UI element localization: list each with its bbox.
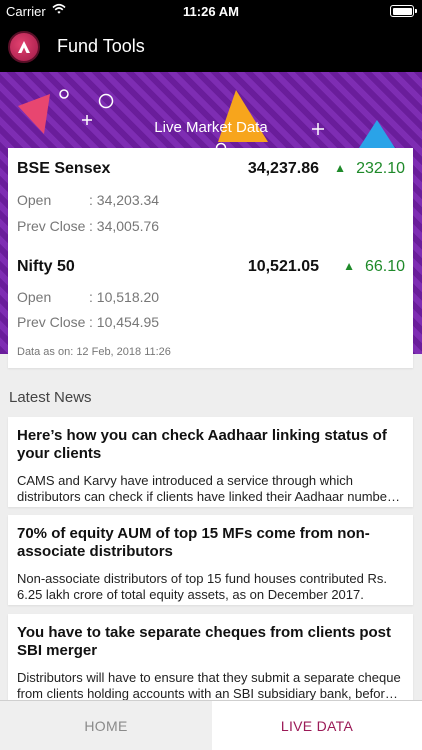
index-name: Nifty 50 bbox=[17, 258, 75, 275]
prev-close-row: Prev Close: 10,454.95 bbox=[17, 314, 159, 330]
open-value: : 10,518.20 bbox=[89, 289, 160, 305]
news-item[interactable]: You have to take separate cheques from c… bbox=[8, 614, 413, 702]
latest-news-heading: Latest News bbox=[9, 389, 92, 406]
news-item[interactable]: Here’s how you can check Aadhaar linking… bbox=[8, 417, 413, 507]
market-data-card: BSE Sensex 34,237.86 ▲ 232.10 Open : 34,20… bbox=[8, 148, 413, 368]
battery-icon bbox=[390, 5, 417, 17]
prev-close-value: : 10,454.95 bbox=[89, 314, 160, 330]
prev-close-row: Prev Close: 34,005.76 bbox=[17, 218, 159, 234]
bottom-tab-bar: HOME LIVE DATA bbox=[0, 700, 422, 750]
news-title: 70% of equity AUM of top 15 MFs come fro… bbox=[17, 525, 370, 560]
open-label: Open bbox=[17, 192, 52, 208]
app-bar: Fund Tools bbox=[0, 22, 422, 72]
open-row: Open : 34,203.34 bbox=[17, 192, 159, 208]
index-value: 34,237.86 bbox=[247, 160, 319, 177]
prev-close-label: Prev Close bbox=[17, 314, 86, 330]
prev-close-value: : 34,005.76 bbox=[89, 218, 160, 234]
open-label: Open bbox=[17, 289, 52, 305]
tab-home[interactable]: HOME bbox=[0, 701, 212, 750]
banner-title: Live Market Data bbox=[154, 119, 268, 136]
up-arrow-icon: ▲ bbox=[334, 161, 347, 175]
news-title: Here’s how you can check Aadhaar linking… bbox=[17, 427, 387, 462]
up-arrow-icon: ▲ bbox=[343, 259, 355, 273]
news-title: You have to take separate cheques from c… bbox=[17, 624, 392, 659]
index-name: BSE Sensex bbox=[17, 160, 111, 177]
news-summary: Distributors will have to ensure that th… bbox=[17, 670, 401, 701]
app-title: Fund Tools bbox=[57, 36, 145, 56]
clock: 11:26 AM bbox=[183, 4, 239, 19]
news-summary: Non-associate distributors of top 15 fun… bbox=[17, 571, 387, 602]
index-value: 10,521.05 bbox=[247, 258, 319, 275]
data-timestamp: Data as on: 12 Feb, 2018 11:26 bbox=[17, 346, 171, 358]
tab-live-data[interactable]: LIVE DATA bbox=[212, 701, 422, 750]
open-value: : 34,203.34 bbox=[89, 192, 160, 208]
index-change: ▲ 66.10 bbox=[343, 258, 405, 276]
app-logo-icon bbox=[8, 31, 40, 63]
index-change-value: 66.10 bbox=[364, 258, 405, 275]
news-item[interactable]: 70% of equity AUM of top 15 MFs come fro… bbox=[8, 515, 413, 605]
index-change: ▲ 232.10 bbox=[334, 160, 405, 178]
index-change-value: 232.10 bbox=[356, 160, 405, 177]
open-row: Open : 10,518.20 bbox=[17, 289, 159, 305]
status-bar: Carrier 11:26 AM bbox=[0, 0, 422, 22]
prev-close-label: Prev Close bbox=[17, 218, 86, 234]
news-summary: CAMS and Karvy have introduced a service… bbox=[17, 473, 392, 504]
